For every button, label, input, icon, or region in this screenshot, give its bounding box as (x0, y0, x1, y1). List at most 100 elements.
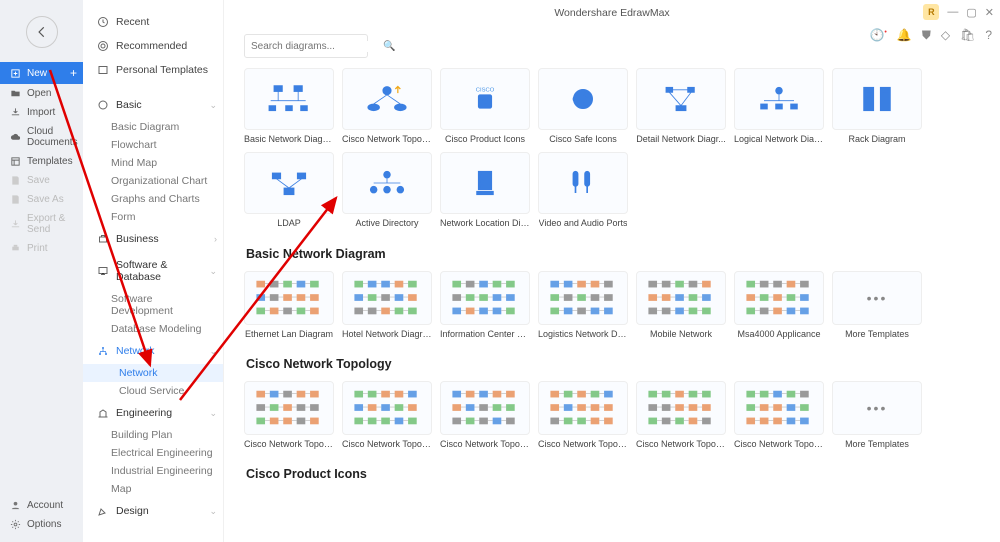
template-thumb: ••• (832, 381, 922, 435)
back-button[interactable] (26, 16, 58, 48)
tree-basic[interactable]: Basic ⌄ (83, 92, 223, 118)
nav-export: Export & Send (0, 209, 83, 239)
tree-software-0[interactable]: Software Development (83, 290, 223, 320)
nav-open-label: Open (27, 88, 51, 99)
nav-save: Save (0, 171, 83, 190)
tree-software[interactable]: Software & Database ⌄ (83, 252, 223, 290)
tree-eng-3[interactable]: Map (83, 480, 223, 498)
badge-icon[interactable]: ⛊ (922, 28, 931, 43)
template-card[interactable]: Msa4000 Applicance (734, 271, 824, 339)
template-label: Logistics Network Diagram (538, 329, 628, 339)
template-card[interactable]: Ethernet Lan Diagram (244, 271, 334, 339)
nav-templates-label: Templates (27, 156, 73, 167)
template-thumb: ••• (832, 271, 922, 325)
template-card[interactable]: Network Location Dia... (440, 152, 530, 228)
template-label: Basic Network Diagram (244, 134, 334, 144)
template-card[interactable]: Detail Network Diagr... (636, 68, 726, 144)
tree-network-sub-cloud[interactable]: Cloud Service (83, 382, 223, 400)
tree-business-label: Business (116, 233, 159, 245)
template-card[interactable]: LDAP (244, 152, 334, 228)
template-label: Mobile Network (650, 329, 712, 339)
tree-basic-1[interactable]: Flowchart (83, 136, 223, 154)
template-thumb (538, 152, 628, 214)
window-close[interactable]: ✕ (985, 6, 994, 19)
nav-options[interactable]: Options (0, 515, 83, 534)
help-icon[interactable]: ? (985, 28, 992, 43)
tree-basic-4[interactable]: Graphs and Charts (83, 190, 223, 208)
template-card[interactable]: Hotel Network Diagram (342, 271, 432, 339)
section-title: Cisco Product Icons (246, 467, 980, 481)
template-thumb (342, 152, 432, 214)
tree-eng-0[interactable]: Building Plan (83, 426, 223, 444)
nav-cloud[interactable]: Cloud Documents (0, 122, 83, 152)
template-card[interactable]: Mobile Network (636, 271, 726, 339)
template-label: Detail Network Diagr... (636, 134, 726, 144)
template-thumb (244, 271, 334, 325)
template-card[interactable]: Cisco Network Topology 6 (734, 381, 824, 449)
template-thumb (244, 68, 334, 130)
tree-eng-1[interactable]: Electrical Engineering (83, 444, 223, 462)
template-card[interactable]: Basic Network Diagram (244, 68, 334, 144)
nav-new[interactable]: New + (0, 62, 83, 84)
template-card[interactable]: Cisco Network Topology 3 (440, 381, 530, 449)
nav-import[interactable]: Import (0, 103, 83, 122)
nav-cloud-label: Cloud Documents (27, 126, 78, 148)
template-card[interactable]: CISCO Cisco Product Icons (440, 68, 530, 144)
template-card[interactable]: Cisco Network Topology 4 (538, 381, 628, 449)
template-label: Cisco Network Topology 6 (734, 439, 824, 449)
template-card[interactable]: ••• More Templates (832, 271, 922, 339)
search-box[interactable]: 🔍 (244, 34, 368, 58)
tree-engineering[interactable]: Engineering ⌄ (83, 400, 223, 426)
search-icon[interactable]: 🔍 (383, 41, 395, 52)
template-card[interactable]: Cisco Safe Icons (538, 68, 628, 144)
tree-recent[interactable]: Recent (83, 10, 223, 34)
section-title: Basic Network Diagram (246, 247, 980, 261)
cart-icon[interactable]: 🛍 (960, 28, 975, 43)
template-card[interactable]: Video and Audio Ports (538, 152, 628, 228)
tree-network[interactable]: Network ⌄ (83, 338, 223, 364)
tree-software-label: Software & Database (116, 259, 202, 283)
nav-options-label: Options (27, 519, 61, 530)
tree-basic-2[interactable]: Mind Map (83, 154, 223, 172)
tree-recommended[interactable]: Recommended (83, 34, 223, 58)
tree-eng-2[interactable]: Industrial Engineering (83, 462, 223, 480)
template-card[interactable]: Cisco Network Topology 1 (244, 381, 334, 449)
nav-import-label: Import (27, 107, 55, 118)
template-card[interactable]: Rack Diagram (832, 68, 922, 144)
avatar[interactable]: R (923, 4, 939, 20)
tree-basic-3[interactable]: Organizational Chart (83, 172, 223, 190)
nav-templates[interactable]: Templates (0, 152, 83, 171)
tree-basic-5[interactable]: Form (83, 208, 223, 226)
tree-personal[interactable]: Personal Templates (83, 58, 223, 82)
template-thumb (734, 271, 824, 325)
section-title: Cisco Network Topology (246, 357, 980, 371)
search-input[interactable] (251, 41, 383, 52)
svg-text:CISCO: CISCO (476, 88, 495, 94)
tree-recent-label: Recent (116, 16, 149, 28)
tree-design[interactable]: Design ⌄ (83, 498, 223, 524)
bell-icon[interactable]: 🔔 (897, 28, 912, 43)
template-card[interactable]: Logistics Network Diagram (538, 271, 628, 339)
template-card[interactable]: Logical Network Diag... (734, 68, 824, 144)
plus-icon[interactable]: + (70, 66, 77, 80)
nav-print: Print (0, 239, 83, 258)
window-minimize[interactable]: — (947, 6, 958, 18)
tree-network-sub-network[interactable]: Network (83, 364, 223, 382)
tree-basic-0[interactable]: Basic Diagram (83, 118, 223, 136)
window-maximize[interactable]: ▢ (966, 6, 976, 19)
template-card[interactable]: Information Center Network (440, 271, 530, 339)
chevron-right-icon: › (214, 234, 217, 244)
template-card[interactable]: Active Directory (342, 152, 432, 228)
nav-account[interactable]: Account (0, 496, 83, 515)
tree-software-1[interactable]: Database Modeling (83, 320, 223, 338)
template-card[interactable]: Cisco Network Topolo... (342, 68, 432, 144)
template-card[interactable]: Cisco Network Topology 5 (636, 381, 726, 449)
template-card[interactable]: ••• More Templates (832, 381, 922, 449)
diamond-icon[interactable]: ◇ (941, 28, 950, 43)
nav-open[interactable]: Open (0, 84, 83, 103)
tree-business[interactable]: Business › (83, 226, 223, 252)
tree-engineering-label: Engineering (116, 407, 172, 419)
template-card[interactable]: Cisco Network Topology 2 (342, 381, 432, 449)
notification-icon[interactable]: 🕙• (869, 28, 886, 43)
nav-save-label: Save (27, 175, 50, 186)
